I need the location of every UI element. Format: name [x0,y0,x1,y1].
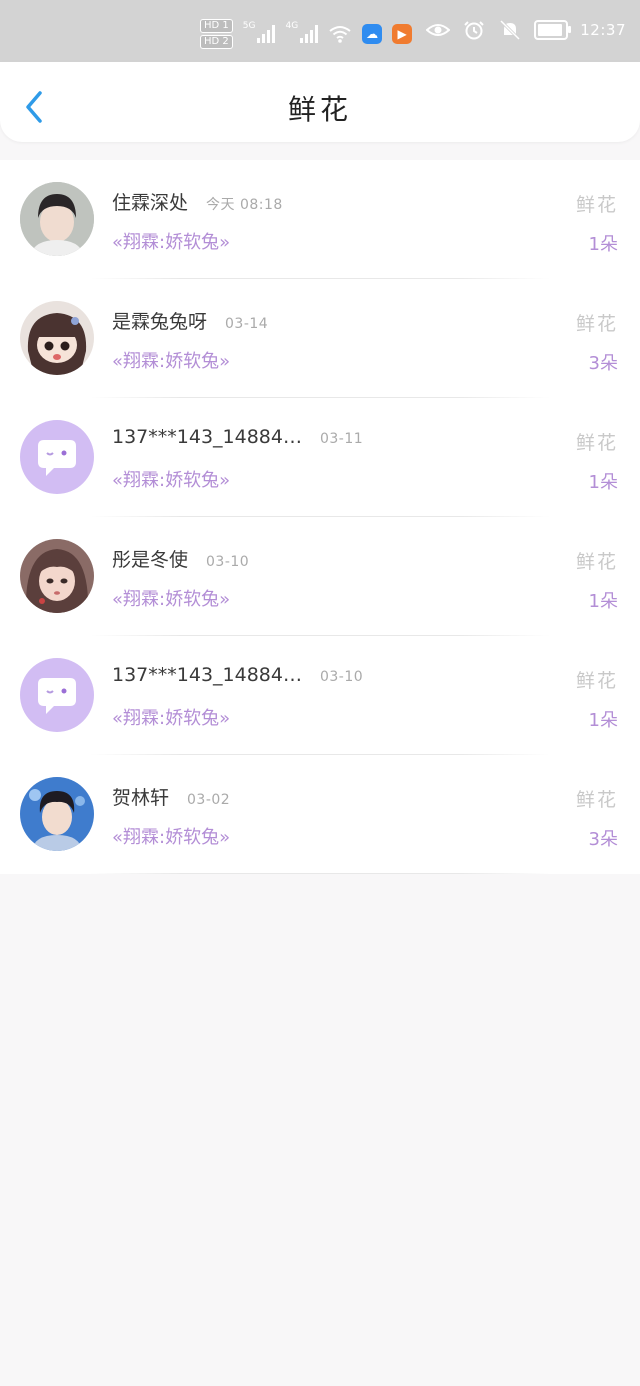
gift-target: «翔霖:娇软兔» [112,470,231,491]
sender-name-text: 贺林轩 [112,787,170,809]
avatar[interactable] [20,301,94,375]
list-item[interactable]: 贺林轩 03-02 «翔霖:娇软兔» 鲜花 3朵 [0,755,640,874]
list-item[interactable]: 住霖深处 今天 08:18 «翔霖:娇软兔» 鲜花 1朵 [0,160,640,279]
gift-target: «翔霖:娇软兔» [112,708,231,729]
sender-name: 贺林轩 03-02 [112,783,230,810]
gift-type: 鲜花 [575,432,618,454]
sender-name-text: 137***143_14884… [112,426,302,448]
video-app-icon: ▶ [392,24,413,44]
send-date: 03-11 [319,431,364,447]
gift-type: 鲜花 [575,551,618,573]
gift-type: 鲜花 [575,670,618,692]
sender-name: 137***143_14884… 03-10 [112,664,363,686]
gift-count: 1朵 [588,234,618,255]
gift-type: 鲜花 [575,789,618,811]
sender-name-text: 是霖兔兔呀 [112,311,208,333]
list-item[interactable]: 137***143_14884… 03-11 «翔霖:娇软兔» 鲜花 1朵 [0,398,640,517]
status-right: 12:37 [426,20,626,40]
signal-icon [300,25,319,43]
gift-type: 鲜花 [575,194,618,216]
send-date: 今天 08:18 [206,197,283,213]
gift-target: «翔霖:娇软兔» [112,589,231,610]
mute-bell-icon [500,20,521,40]
send-date: 03-14 [225,316,269,332]
avatar[interactable] [20,777,94,851]
gift-count: 1朵 [588,710,618,731]
eye-icon [426,24,451,36]
sender-name-text: 住霖深处 [112,192,189,214]
hd2-label: HD 2 [200,35,233,49]
send-date: 03-02 [187,792,231,808]
list-item[interactable]: 137***143_14884… 03-10 «翔霖:娇软兔» 鲜花 1朵 [0,636,640,755]
divider [90,873,550,874]
flower-record-list: 住霖深处 今天 08:18 «翔霖:娇软兔» 鲜花 1朵 是霖兔兔呀 03-14 «… [0,160,640,874]
status-bar: HD 1 HD 2 5G 4G ☁ ▶ 12:37 [0,0,640,62]
avatar[interactable] [20,539,94,613]
alarm-icon [464,21,484,40]
hd1-label: HD 1 [200,19,233,33]
gift-target: «翔霖:娇软兔» [112,351,231,372]
signal-icon [257,25,276,43]
sender-name: 彤是冬使 03-10 [112,545,249,572]
status-time: 12:37 [580,21,626,39]
network-5g-label: 5G [242,21,256,31]
sender-name: 是霖兔兔呀 03-14 [112,307,268,334]
gift-target: «翔霖:娇软兔» [112,232,231,253]
sender-name: 住霖深处 今天 08:18 [112,188,283,215]
gift-count: 1朵 [588,472,618,493]
gift-target: «翔霖:娇软兔» [112,827,231,848]
gift-count: 1朵 [588,591,618,612]
list-item[interactable]: 是霖兔兔呀 03-14 «翔霖:娇软兔» 鲜花 3朵 [0,279,640,398]
cloud-app-icon: ☁ [362,24,383,44]
avatar[interactable] [20,182,94,256]
gift-count: 3朵 [588,829,618,850]
sender-name-text: 137***143_14884… [112,664,302,686]
battery-icon [534,20,572,40]
gift-type: 鲜花 [575,313,618,335]
list-item[interactable]: 彤是冬使 03-10 «翔霖:娇软兔» 鲜花 1朵 [0,517,640,636]
send-date: 03-10 [319,669,364,685]
sender-name: 137***143_14884… 03-11 [112,426,363,448]
network-4g-label: 4G [285,21,299,31]
hd-icon: HD 1 HD 2 [200,19,233,49]
sender-name-text: 彤是冬使 [112,549,189,571]
avatar[interactable] [20,420,94,494]
avatar[interactable] [20,658,94,732]
send-date: 03-10 [206,554,250,570]
gift-count: 3朵 [588,353,618,374]
page-title: 鲜花 [287,93,352,126]
wifi-icon [329,26,351,43]
page-header: 鲜花 [0,62,640,142]
status-left: HD 1 HD 2 5G 4G ☁ ▶ [200,14,413,54]
